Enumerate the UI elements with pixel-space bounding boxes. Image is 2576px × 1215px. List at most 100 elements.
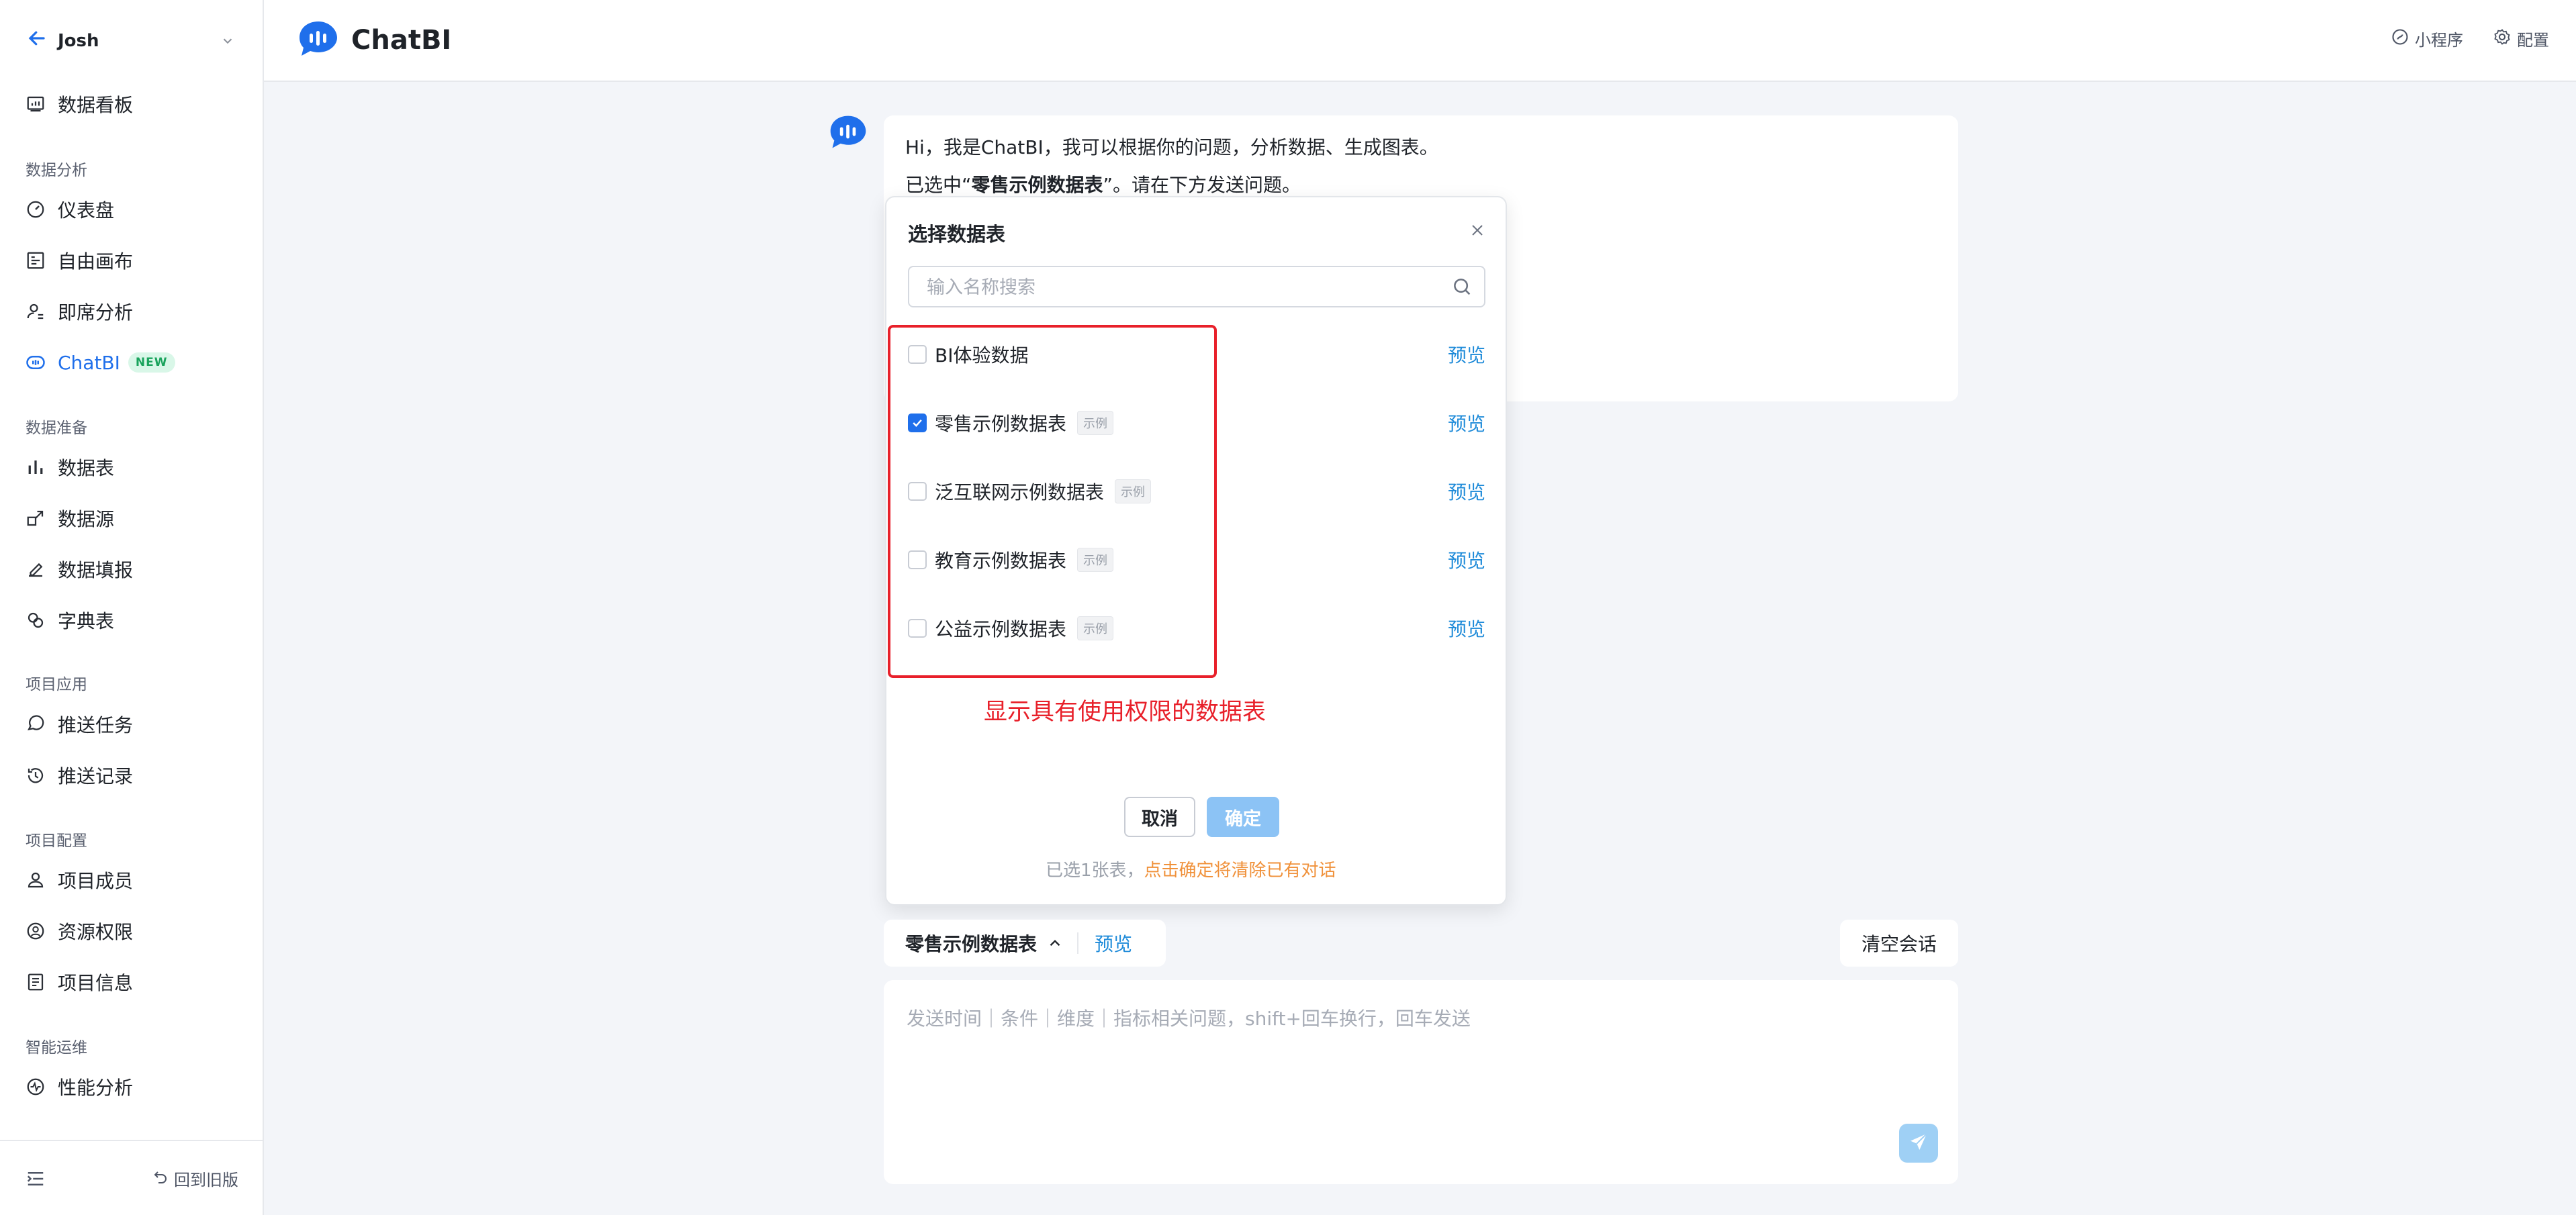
bot-selected-table-message: 已选中“零售示例数据表”。请在下方发送问题。 [905,171,1301,197]
dataset-name: 泛互联网示例数据表 [935,481,1105,503]
selected-count: 已选1张表， [1046,861,1144,881]
check-icon [913,419,922,427]
selected-prefix: 已选中“ [905,174,972,196]
gauge-icon [26,199,58,220]
dataset-preview-link[interactable]: 预览 [1448,615,1485,642]
sidebar-item-dictionary[interactable]: 字典表 [26,601,114,639]
section-title: 数据准备 [26,420,87,437]
dataset-name: BI体验数据 [935,344,1029,367]
demo-tag: 示例 [1077,548,1114,572]
dataset-checkbox[interactable] [908,550,927,569]
demo-tag: 示例 [1077,616,1114,640]
sidebar-item-data-entry[interactable]: 数据填报 [26,550,133,588]
pen-icon [26,559,58,579]
sidebar-item-members[interactable]: 项目成员 [26,861,133,899]
dataset-option[interactable]: 泛互联网示例数据表 示例 预览 [908,471,1485,512]
mini-program-button[interactable]: 小程序 [2391,27,2463,50]
project-switcher[interactable]: Josh [27,24,235,58]
sidebar-item-dashboard[interactable]: 仪表盘 [26,191,114,228]
history-icon [26,765,58,785]
user-icon [26,870,58,890]
dataset-preview-link[interactable]: 预览 [1448,546,1485,573]
dataset-option[interactable]: BI体验数据 预览 [908,334,1485,375]
table-preview-link[interactable]: 预览 [1095,930,1132,957]
dataset-option[interactable]: 零售示例数据表 示例 预览 [908,403,1485,443]
sidebar-item-data-board[interactable]: 数据看板 [26,85,133,123]
sidebar-footer: 回到旧版 [0,1140,264,1215]
section-title: 项目应用 [26,676,87,693]
new-badge: NEW [128,352,175,373]
section-title: 数据分析 [26,162,87,179]
dataset-checkbox-checked[interactable] [908,414,927,432]
sidebar-item-push-tasks[interactable]: 推送任务 [26,706,133,743]
dataset-preview-link[interactable]: 预览 [1448,478,1485,505]
sidebar-item-permissions[interactable]: 资源权限 [26,912,133,950]
sidebar-item-label: 推送任务 [58,714,134,736]
dataset-search-input[interactable] [909,267,1452,307]
performance-icon [26,1077,58,1097]
sidebar-item-chatbi[interactable]: ChatBI NEW [26,344,175,381]
current-table-selector[interactable]: 零售示例数据表 预览 [884,920,1166,967]
sidebar-item-project-info[interactable]: 项目信息 [26,963,133,1001]
close-icon[interactable] [1469,220,1485,244]
sidebar-item-label: 数据表 [58,457,115,479]
cancel-button[interactable]: 取消 [1124,797,1195,837]
modal-title: 选择数据表 [908,223,1006,246]
message-composer [884,980,1958,1184]
sidebar-item-push-records[interactable]: 推送记录 [26,757,133,794]
brand-title: ChatBI [351,25,452,56]
back-arrow-icon[interactable] [27,28,58,54]
bot-avatar-icon [827,113,869,154]
sidebar-item-label: 即席分析 [58,301,134,324]
sidebar-item-label: 字典表 [58,610,115,632]
user-name: Josh [58,31,99,51]
settings-label: 配置 [2517,31,2549,50]
dataset-name: 零售示例数据表 [935,413,1067,435]
send-icon [1908,1131,1929,1155]
confirm-button[interactable]: 确定 [1207,797,1279,837]
collapse-sidebar-icon[interactable] [26,1169,46,1191]
annotation-note: 显示具有使用权限的数据表 [984,699,1267,726]
send-button[interactable] [1899,1124,1938,1163]
clear-conversation-button[interactable]: 清空会话 [1840,920,1958,967]
dataset-name: 教育示例数据表 [935,550,1067,572]
section-title: 智能运维 [26,1039,87,1057]
settings-button[interactable]: 配置 [2493,27,2549,50]
dataset-checkbox[interactable] [908,482,927,501]
sidebar-item-performance[interactable]: 性能分析 [26,1068,133,1106]
mini-program-label: 小程序 [2415,31,2463,50]
sidebar: Josh 数据看板 数据分析 仪表盘 自由画布 即席分析 ChatBI NEW … [0,0,264,1215]
dataset-preview-link[interactable]: 预览 [1448,409,1485,436]
bot-greeting: Hi，我是ChatBI，我可以根据你的问题，分析数据、生成图表。 [905,136,1438,158]
user-analysis-icon [26,301,58,322]
message-icon [26,714,58,734]
sidebar-item-label: 推送记录 [58,765,134,787]
sidebar-item-label: 数据填报 [58,559,134,581]
sidebar-item-label: 项目成员 [58,870,134,892]
question-input[interactable] [905,1003,1848,1086]
top-header: ChatBI 小程序 配置 [264,0,2576,82]
current-table-name: 零售示例数据表 [905,933,1038,955]
dataset-checkbox[interactable] [908,345,927,364]
section-title: 项目配置 [26,832,87,850]
sidebar-item-free-canvas[interactable]: 自由画布 [26,242,133,279]
canvas-icon [26,250,58,271]
chevron-up-icon[interactable] [1046,934,1064,952]
brand: ChatBI [296,19,451,62]
undo-icon [152,1169,169,1189]
sidebar-item-datasource[interactable]: 数据源 [26,499,114,537]
sidebar-item-datasets[interactable]: 数据表 [26,448,114,486]
dataset-option[interactable]: 公益示例数据表 示例 预览 [908,608,1485,648]
back-to-old-version-label: 回到旧版 [174,1171,238,1189]
selected-suffix: ”。请在下方发送问题。 [1103,174,1301,196]
dataset-preview-link[interactable]: 预览 [1448,341,1485,368]
sidebar-item-label: 项目信息 [58,972,134,994]
demo-tag: 示例 [1077,411,1114,435]
sidebar-item-adhoc-analysis[interactable]: 即席分析 [26,293,133,330]
search-icon[interactable] [1451,275,1473,301]
dictionary-icon [26,610,58,630]
back-to-old-version-button[interactable]: 回到旧版 [152,1167,238,1190]
dataset-option[interactable]: 教育示例数据表 示例 预览 [908,540,1485,580]
dataset-checkbox[interactable] [908,619,927,638]
chevron-down-icon[interactable] [220,34,235,52]
